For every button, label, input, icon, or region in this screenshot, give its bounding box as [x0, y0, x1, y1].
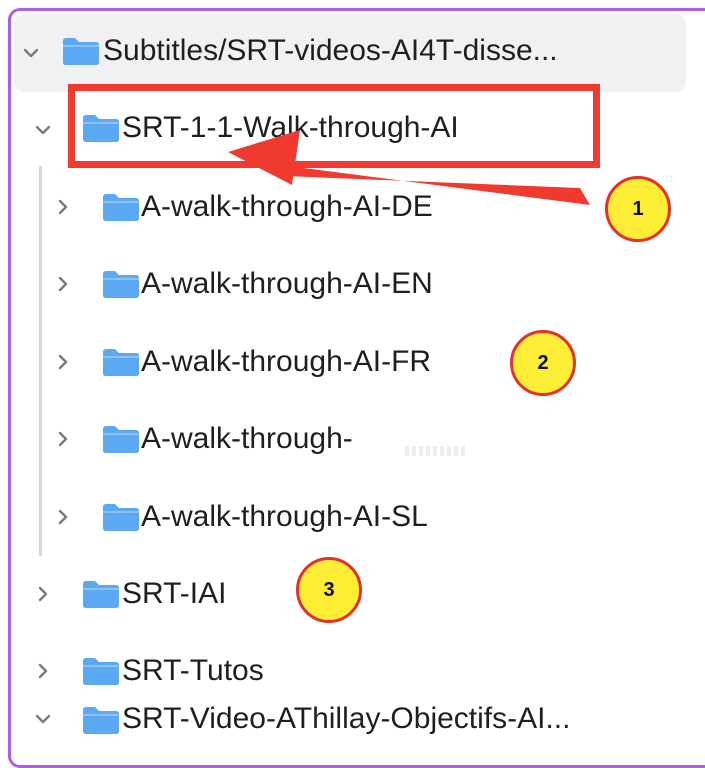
tree-row-label: Subtitles/SRT-videos-AI4T-disse...	[103, 34, 558, 67]
tree-row-label: A-walk-through-AI-FR	[141, 345, 432, 378]
folder-icon	[102, 192, 140, 222]
folder-icon	[82, 705, 120, 735]
chevron-right-icon[interactable]	[52, 428, 74, 450]
badge-number: 3	[323, 578, 335, 601]
chevron-right-icon[interactable]	[52, 351, 74, 373]
tree-row-label: A-walk-through-AI-EN	[141, 267, 433, 300]
tree-row-label: SRT-Video-AThillay-Objectifs-AI...	[122, 702, 571, 735]
annotation-badge: 1	[605, 176, 671, 242]
folder-icon	[62, 36, 100, 66]
chevron-down-icon[interactable]	[20, 42, 42, 64]
tree-row-label: A-walk-through-	[141, 422, 353, 455]
tree-row-label: A-walk-through-AI-DE	[141, 190, 433, 223]
chevron-right-icon[interactable]	[32, 583, 54, 605]
tree-indent-guide	[39, 166, 42, 556]
chevron-right-icon[interactable]	[32, 660, 54, 682]
folder-icon	[102, 424, 140, 454]
tree-row-label: A-walk-through-AI-SL	[141, 500, 428, 533]
chevron-right-icon[interactable]	[52, 273, 74, 295]
badge-number: 1	[632, 197, 644, 220]
tree-row-label: SRT-Tutos	[122, 654, 264, 687]
folder-icon	[102, 269, 140, 299]
annotation-badge: 2	[510, 330, 576, 396]
folder-icon	[82, 656, 120, 686]
badge-number: 2	[537, 351, 549, 374]
folder-icon	[82, 579, 120, 609]
chevron-down-icon[interactable]	[32, 119, 54, 141]
folder-icon	[102, 347, 140, 377]
chevron-down-icon[interactable]	[32, 708, 54, 730]
annotation-badge: 3	[296, 557, 362, 623]
highlight-rectangle	[68, 84, 600, 168]
chevron-right-icon[interactable]	[52, 196, 74, 218]
redacted-text	[405, 446, 465, 456]
tree-row-label: SRT-IAI	[122, 577, 227, 610]
chevron-right-icon[interactable]	[52, 506, 74, 528]
folder-icon	[102, 502, 140, 532]
